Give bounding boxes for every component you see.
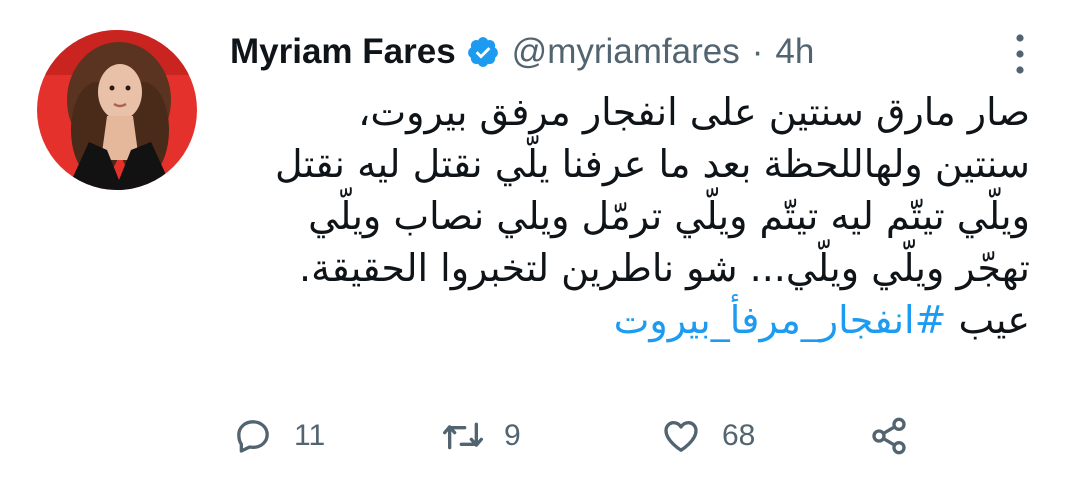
timestamp[interactable]: 4h	[775, 32, 814, 72]
retweet-button[interactable]: 9	[440, 408, 521, 464]
display-name[interactable]: Myriam Fares	[230, 32, 456, 72]
more-options-icon[interactable]	[1000, 24, 1040, 84]
like-button[interactable]: 68	[658, 408, 755, 464]
share-icon	[866, 413, 912, 459]
reply-icon	[230, 413, 276, 459]
hashtag-link[interactable]: #انفجار_مرفأ_بيروت	[614, 298, 947, 342]
reply-count: 11	[294, 419, 326, 452]
like-icon	[658, 413, 704, 459]
tweet-line: ويلّي تيتّم ليه تيتّم ويلّي ترمّل ويلي ن…	[308, 194, 1030, 238]
verified-badge-icon	[466, 35, 500, 69]
reply-button[interactable]: 11	[230, 408, 325, 464]
retweet-count: 9	[504, 419, 521, 452]
like-count: 68	[722, 419, 756, 452]
retweet-icon	[440, 413, 486, 459]
avatar[interactable]	[37, 30, 197, 190]
separator-dot: ·	[751, 32, 764, 71]
tweet-line: تهجّر ويلّي ويلّي... شو ناطرين لتخبروا ا…	[299, 246, 1030, 290]
share-button[interactable]	[866, 408, 912, 464]
tweet-text: صار مارق سنتين على انفجار مرفق بيروت، سن…	[230, 86, 1030, 346]
tweet-line: صار مارق سنتين على انفجار مرفق بيروت،	[358, 90, 1030, 134]
tweet-line: سنتين ولهاللحظة بعد ما عرفنا يلّي نقتل ل…	[274, 142, 1030, 186]
tweet-header: Myriam Fares @myriamfares · 4h	[230, 28, 814, 76]
user-handle[interactable]: @myriamfares	[512, 32, 740, 72]
action-bar: 11 9 68	[230, 408, 950, 464]
tweet-line-last: عيب #انفجار_مرفأ_بيروت	[230, 294, 1030, 346]
tweet-text-fragment: عيب	[946, 298, 1030, 342]
